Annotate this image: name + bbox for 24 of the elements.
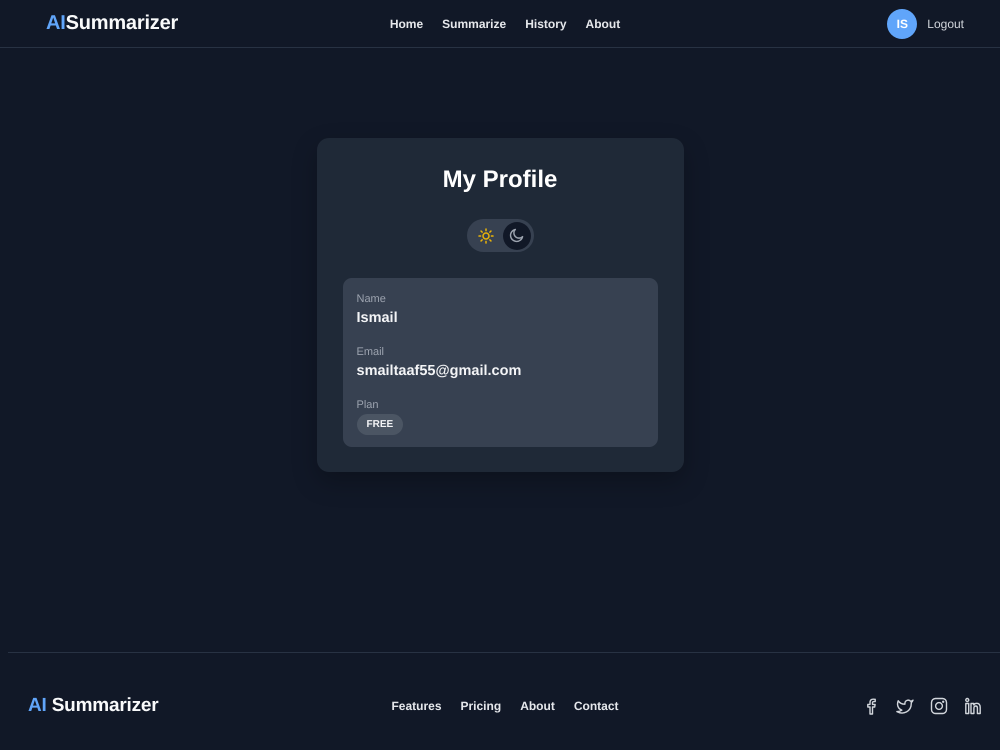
nav-link[interactable]: Summarize xyxy=(442,16,506,30)
nav-link[interactable]: History xyxy=(525,16,567,30)
footer-link[interactable]: Contact xyxy=(574,698,619,712)
footer-link[interactable]: About xyxy=(520,698,555,712)
logout-button[interactable]: Logout xyxy=(927,16,964,30)
field-label: Plan xyxy=(356,399,379,411)
profile-title: My Profile xyxy=(442,165,558,195)
app-logo[interactable]: AISummarizer xyxy=(46,12,178,35)
field-label: Name xyxy=(356,293,386,305)
linkedin-icon[interactable] xyxy=(964,696,982,714)
plan-badge: FREE xyxy=(356,414,404,435)
field-value: smailtaaf55@gmail.com xyxy=(356,363,522,379)
moon-icon xyxy=(509,228,524,243)
field-label: Email xyxy=(356,346,384,358)
footer-link[interactable]: Pricing xyxy=(460,698,502,712)
field-value: Ismail xyxy=(356,310,398,326)
app-logo[interactable]: AI Summarizer xyxy=(28,694,158,716)
footer-link[interactable]: Features xyxy=(391,698,442,712)
moon-mode-button[interactable] xyxy=(502,222,530,250)
nav-link[interactable]: About xyxy=(586,16,620,30)
instagram-icon[interactable] xyxy=(930,696,948,714)
nav-link[interactable]: Home xyxy=(390,16,424,30)
sun-icon xyxy=(478,228,494,244)
bird-icon[interactable] xyxy=(896,696,914,714)
